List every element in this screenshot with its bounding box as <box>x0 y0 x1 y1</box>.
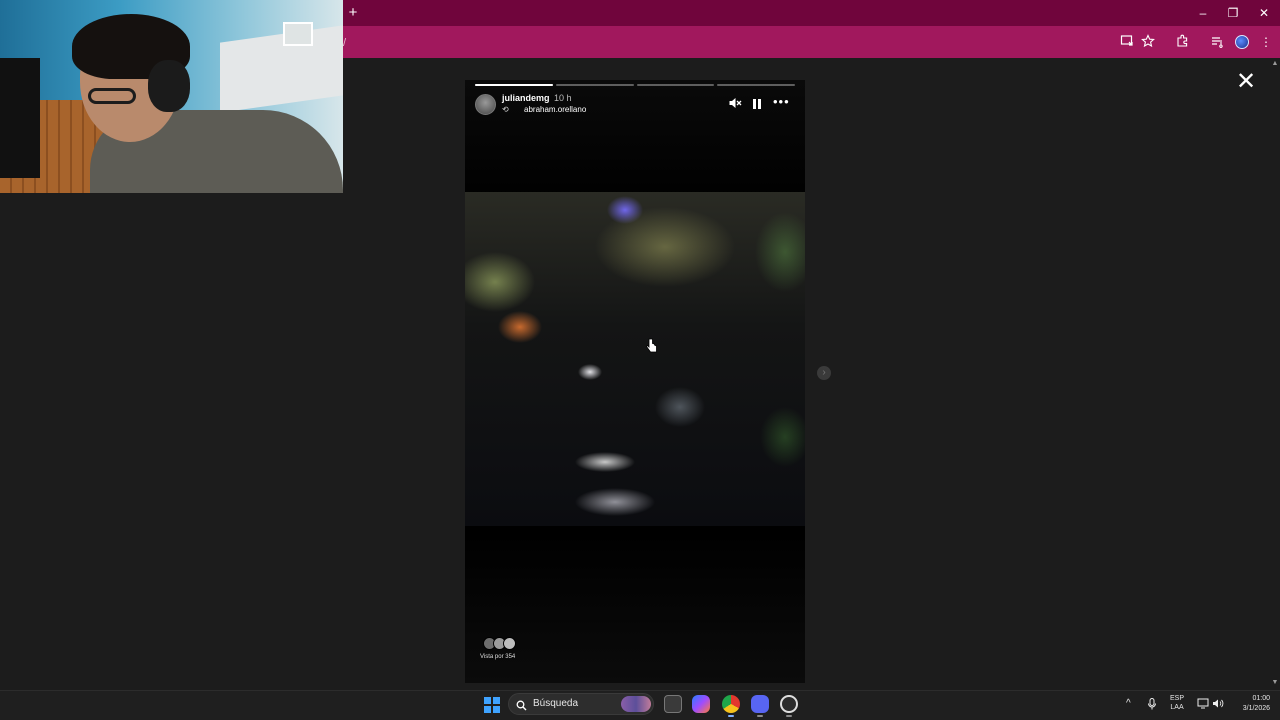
discord-running-indicator <box>757 715 763 717</box>
webcam-monitor <box>0 58 40 178</box>
page-scrollbar[interactable] <box>1270 58 1280 690</box>
windows-start-icon[interactable] <box>484 697 500 713</box>
repost-icon: ⟲ <box>502 105 509 114</box>
restore-button[interactable]: ❐ <box>1224 4 1242 22</box>
screen: ▲ ▼ + / – ❐ ✕ ⋮ ✕ juliandemg 10 h ⟲ abra… <box>0 0 1280 720</box>
minimize-button[interactable]: – <box>1194 4 1212 22</box>
progress-segment <box>717 84 795 86</box>
viewers-count-label[interactable]: Vista por 354 <box>480 654 515 660</box>
more-options-button[interactable]: ••• <box>773 95 789 108</box>
story-progress-bar <box>475 84 795 86</box>
media-controls-icon[interactable] <box>1209 34 1225 50</box>
repost-source-username[interactable]: abraham.orellano <box>524 105 586 114</box>
story-time-ago: 10 h <box>554 93 572 103</box>
chrome-icon[interactable] <box>722 695 740 713</box>
discord-icon[interactable] <box>751 695 769 713</box>
search-icon <box>516 698 527 711</box>
bookmark-star-icon[interactable] <box>1140 34 1156 50</box>
next-story-button[interactable]: › <box>817 366 831 380</box>
progress-segment <box>555 84 634 86</box>
close-window-button[interactable]: ✕ <box>1255 4 1273 22</box>
taskbar-search-placeholder[interactable]: Búsqueda <box>533 698 578 709</box>
new-tab-button[interactable]: + <box>346 5 360 21</box>
scroll-down-arrow-icon[interactable]: ▼ <box>1271 679 1279 687</box>
webcam-picture-frame <box>283 22 313 46</box>
viewer-avatar <box>503 637 516 650</box>
story-media-night-city[interactable] <box>465 192 805 526</box>
language-code: ESP <box>1170 695 1185 702</box>
chrome-active-indicator <box>728 715 734 717</box>
taskbar-clock[interactable]: 01:00 3/1/2026 <box>1232 694 1270 714</box>
progress-segment <box>636 84 715 86</box>
muted-speaker-icon[interactable] <box>728 96 742 110</box>
viewers-avatars[interactable] <box>483 637 519 651</box>
progress-fill <box>475 84 553 86</box>
story-username[interactable]: juliandemg <box>502 93 550 103</box>
profile-avatar[interactable] <box>1235 35 1249 49</box>
search-highlight-art-icon <box>621 696 651 712</box>
clock-time: 01:00 <box>1252 695 1270 702</box>
obs-icon[interactable] <box>780 695 798 713</box>
install-app-icon[interactable] <box>1119 34 1135 50</box>
scroll-up-arrow-icon[interactable]: ▲ <box>1271 60 1279 68</box>
webcam-person-glasses <box>88 88 136 104</box>
network-icon[interactable] <box>1197 698 1209 712</box>
language-indicator[interactable]: ESP LAA <box>1170 694 1184 712</box>
close-story-viewer-button[interactable]: ✕ <box>1234 70 1258 94</box>
browser-menu-icon[interactable]: ⋮ <box>1258 34 1274 50</box>
webcam-headset <box>148 60 190 112</box>
hand-cursor-icon <box>645 338 658 354</box>
clock-date: 3/1/2026 <box>1242 705 1270 712</box>
microphone-icon[interactable] <box>1147 698 1157 713</box>
volume-icon[interactable] <box>1212 698 1224 712</box>
tray-overflow-arrow-icon[interactable]: ^ <box>1126 698 1131 709</box>
story-panel[interactable]: juliandemg 10 h ⟲ abraham.orellano ••• V… <box>465 80 805 683</box>
file-explorer-icon[interactable] <box>664 695 682 713</box>
copilot-icon[interactable] <box>692 695 710 713</box>
pause-icon[interactable] <box>751 97 763 109</box>
keyboard-layout: LAA <box>1170 704 1184 711</box>
address-bar-fragment[interactable]: / <box>343 37 346 49</box>
story-author-avatar[interactable] <box>475 94 496 115</box>
extensions-icon[interactable] <box>1174 34 1190 50</box>
progress-segment <box>475 84 553 86</box>
webcam-overlay <box>0 0 343 193</box>
obs-running-indicator <box>786 715 792 717</box>
